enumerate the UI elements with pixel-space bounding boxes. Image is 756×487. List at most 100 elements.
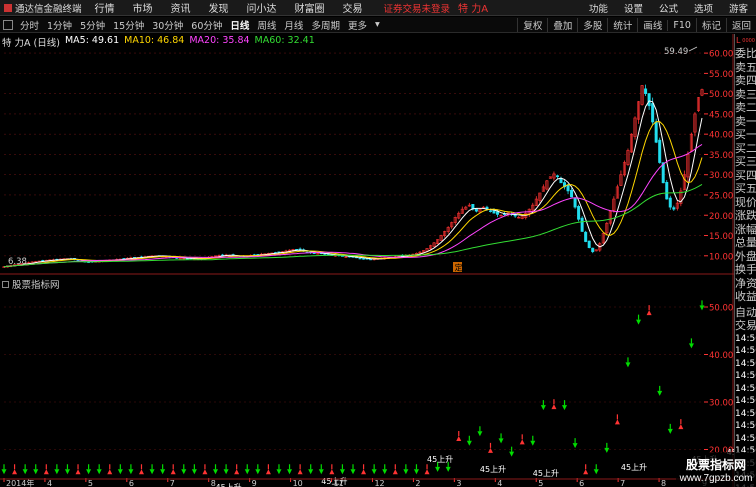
login-warning[interactable]: 证券交易未登录 — [384, 1, 451, 15]
main-chart-legend: 特 力A (日线) MA5: 49.61 MA10: 46.84 MA20: 3… — [2, 35, 320, 49]
down-arrow-icon — [509, 451, 515, 457]
period-tab-daily[interactable]: 日线 — [226, 18, 253, 32]
menu-settings-button[interactable]: 设置 — [616, 1, 651, 15]
up-arrow-icon — [107, 469, 113, 475]
period-tab-more[interactable]: 更多 — [344, 18, 371, 32]
down-arrow-icon — [223, 469, 229, 475]
menu-item-faxian[interactable]: 发现 — [200, 0, 238, 15]
candle-body — [369, 258, 373, 261]
price-tick-label: 35.00 — [709, 151, 733, 161]
chart-area: 60.00 55.00 50.00 45.00 40.00 35.00 30.00 25.00… — [0, 34, 753, 487]
menu-guest-button[interactable]: 游客 — [721, 1, 756, 15]
up-arrow-icon — [170, 469, 176, 475]
menu-item-hangqing[interactable]: 行情 — [86, 0, 124, 15]
down-arrow-icon — [382, 469, 388, 475]
down-arrow-icon — [699, 305, 705, 311]
price-tick-label: 30.00 — [709, 171, 733, 181]
down-arrow-icon — [276, 469, 282, 475]
period-tab-multi[interactable]: 多周期 — [307, 18, 344, 32]
down-arrow-icon — [33, 469, 39, 475]
candle-body — [358, 257, 362, 260]
back-button[interactable]: 返回 — [725, 18, 756, 32]
down-arrow-icon — [477, 431, 483, 437]
period-tab-30min[interactable]: 30分钟 — [148, 18, 187, 32]
date-tick-label: 4 — [497, 479, 502, 487]
candle-body — [644, 88, 648, 94]
period-tab-monthly[interactable]: 月线 — [280, 18, 307, 32]
max-price-pointer — [688, 46, 698, 52]
trade-time-7: 14:50 — [735, 421, 756, 431]
overlay-button[interactable]: 叠加 — [547, 18, 577, 32]
menu-item-shichang[interactable]: 市场 — [124, 0, 162, 15]
candle-body — [580, 217, 584, 232]
quote-label-8: 买三 — [735, 155, 756, 168]
date-tick-label: 6 — [579, 479, 584, 487]
sub-chart-title: 股票指标网 — [12, 280, 60, 291]
menu-item-wenxiaoda[interactable]: 问小达 — [238, 0, 286, 15]
trade-time-0: 14:50 — [735, 333, 756, 344]
menu-item-zixun[interactable]: 资讯 — [162, 0, 200, 15]
draw-line-button[interactable]: 画线 — [637, 18, 667, 32]
panel-head-right: 0000 — [742, 37, 755, 44]
down-arrow-icon — [562, 405, 568, 411]
price-tick-label: 50.00 — [709, 90, 733, 100]
quote-label-3: 卖三 — [735, 87, 756, 101]
statistics-button[interactable]: 统计 — [607, 18, 637, 32]
down-arrow-icon — [593, 469, 599, 475]
down-arrow-icon — [117, 469, 123, 475]
quote-items: 委比 卖五 卖四 卖三 卖二 卖一 买一 买二 买三 买四 买五 现价 涨跌 涨幅 总量 外盘 换手 净资 收益 — [735, 47, 756, 304]
down-arrow-icon — [181, 469, 187, 475]
menu-item-jiaoyi[interactable]: 交易 — [334, 0, 372, 15]
menu-item-caifuquan[interactable]: 财富圈 — [286, 0, 334, 15]
down-arrow-icon — [244, 469, 250, 475]
up-arrow-icon — [678, 424, 684, 430]
menu-options-button[interactable]: 选项 — [686, 1, 721, 15]
chevron-down-icon[interactable]: ▾ — [371, 19, 384, 30]
trade-time-2: 14:50 — [735, 358, 756, 369]
ma20-line — [3, 143, 703, 268]
period-tab-weekly[interactable]: 周线 — [253, 18, 280, 32]
period-tab-15min[interactable]: 15分钟 — [109, 18, 148, 32]
date-tick-label: 6 — [129, 479, 134, 487]
sub-tick-label: 40.00 — [709, 351, 733, 361]
multi-stock-button[interactable]: 多股 — [577, 18, 607, 32]
panel-head: L 0000 — [735, 34, 756, 47]
app-logo: 通达信金融终端 — [0, 1, 86, 15]
down-arrow-icon — [667, 428, 673, 434]
date-tick-label: 10 — [293, 479, 303, 487]
up-arrow-icon — [43, 469, 49, 475]
down-arrow-icon — [657, 390, 663, 396]
grid-icon[interactable] — [3, 19, 13, 30]
quote-label-5: 卖一 — [735, 114, 756, 128]
up-arrow-icon — [297, 469, 303, 475]
up-arrow-icon — [424, 469, 430, 475]
quote-label-4: 卖二 — [735, 101, 756, 114]
menu-formula-button[interactable]: 公式 — [651, 1, 686, 15]
quote-label-18: 收益 — [735, 290, 756, 303]
quote-label-17: 净资 — [735, 276, 756, 290]
app-logo-text: 通达信金融终端 — [15, 3, 82, 15]
up-arrow-icon — [75, 469, 81, 475]
panel-head-left: L — [736, 36, 741, 45]
f10-button[interactable]: F10 — [667, 19, 696, 31]
watermark-title: 股票指标网 — [685, 457, 746, 472]
candle-body — [559, 178, 563, 184]
candle-body — [668, 197, 672, 208]
date-tick-label: 5 — [538, 479, 543, 487]
adjust-button[interactable]: 复权 — [517, 18, 547, 32]
trade-time-5: 14:50 — [735, 396, 756, 406]
date-tick-label: 7 — [170, 479, 175, 487]
period-tab-60min[interactable]: 60分钟 — [187, 18, 226, 32]
quote-label-1: 卖五 — [735, 60, 756, 74]
down-arrow-icon — [160, 469, 166, 475]
down-arrow-icon — [191, 469, 197, 475]
down-arrow-icon — [350, 469, 356, 475]
period-tab-1min[interactable]: 1分钟 — [43, 18, 76, 32]
menu-function-button[interactable]: 功能 — [581, 1, 616, 15]
mark-button[interactable]: 标记 — [695, 18, 726, 32]
candle-body — [577, 206, 581, 220]
quote-label-14: 总量 — [735, 236, 756, 249]
down-arrow-icon — [318, 469, 324, 475]
period-tab-5min[interactable]: 5分钟 — [76, 18, 109, 32]
period-tab-fenshi[interactable]: 分时 — [16, 18, 43, 32]
